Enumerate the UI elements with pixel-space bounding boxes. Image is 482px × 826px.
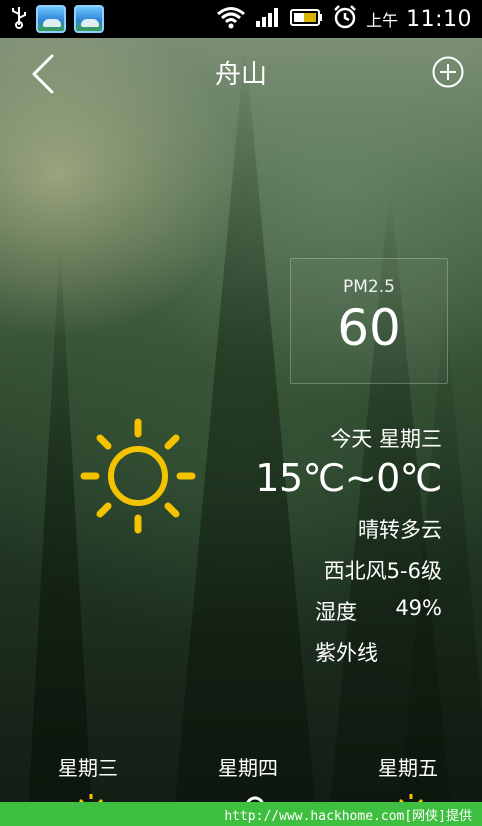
weather-condition: 晴转多云	[358, 518, 442, 542]
forecast-row: 星期三 星期四 星期五	[0, 752, 482, 804]
uv-label: 紫外线	[315, 641, 378, 665]
chevron-left-icon	[32, 54, 54, 94]
add-city-button[interactable]	[432, 56, 464, 88]
wind-info: 西北风5-6级	[323, 559, 442, 583]
pm25-value: 60	[337, 299, 401, 357]
wifi-icon	[216, 5, 246, 33]
system-icons: 上午 11:10	[216, 4, 472, 34]
alarm-icon	[332, 4, 358, 34]
gallery-notification-icon	[36, 5, 66, 33]
clock: 11:10	[406, 6, 472, 32]
notification-icons	[10, 5, 104, 33]
signal-icon	[254, 5, 282, 33]
plus-circle-icon	[432, 56, 464, 88]
status-bar: 上午 11:10	[0, 0, 482, 38]
top-bar: 舟山	[0, 38, 482, 110]
usb-icon	[10, 5, 28, 33]
back-button[interactable]	[28, 52, 62, 96]
temperature-range: 15℃~0℃	[255, 456, 442, 500]
today-label: 今天 星期三	[330, 427, 442, 451]
forecast-day[interactable]: 星期五	[378, 752, 438, 781]
forecast-day[interactable]: 星期三	[58, 752, 118, 781]
forest-background	[0, 38, 482, 802]
pm25-card[interactable]: PM2.5 60	[290, 258, 448, 384]
humidity-value: 49%	[395, 596, 442, 620]
humidity-label: 湿度	[315, 600, 357, 624]
gallery-notification-icon-2	[74, 5, 104, 33]
sunny-icon	[78, 416, 198, 536]
time-ampm: 上午	[366, 11, 399, 30]
battery-icon	[290, 6, 324, 32]
watermark-banner: http://www.hackhome.com[网侠]提供	[0, 802, 482, 826]
page-title: 舟山	[214, 60, 267, 90]
pm25-label: PM2.5	[343, 277, 395, 297]
forecast-day[interactable]: 星期四	[218, 752, 278, 781]
